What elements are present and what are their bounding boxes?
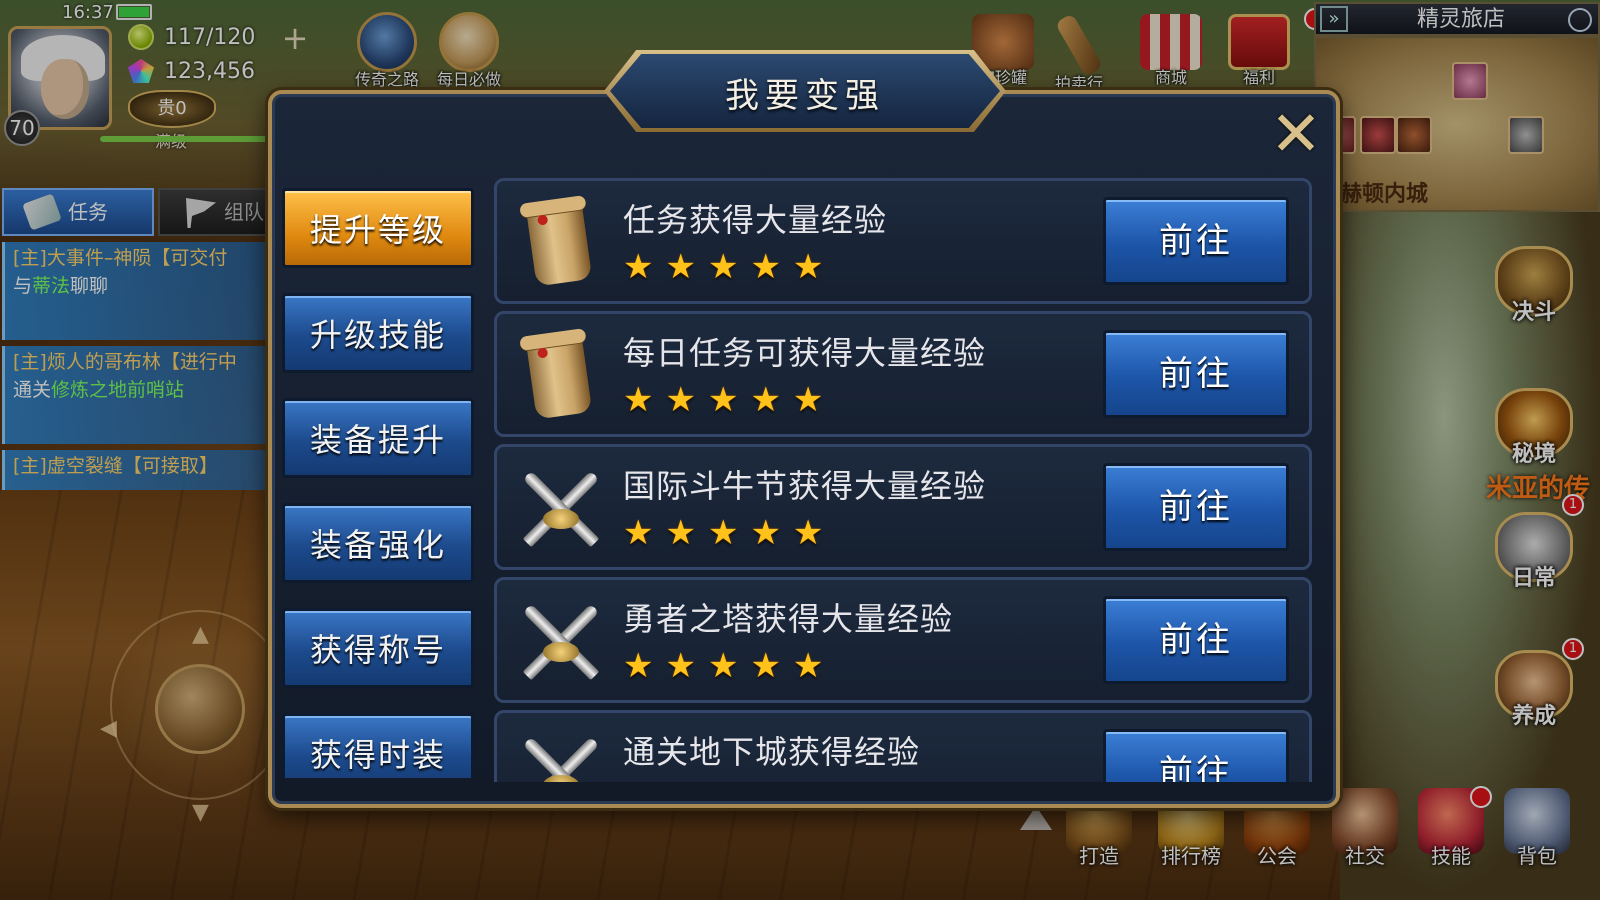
task-name: 任务获得大量经验 [623,201,888,239]
star-rating: ★★★★★ [623,247,836,287]
task-name: 每日任务可获得大量经验 [623,334,987,372]
category-tab[interactable]: 装备强化 [282,503,474,583]
task-row: 任务获得大量经验 ★★★★★ 前往 [494,178,1312,304]
category-tab[interactable]: 装备提升 [282,398,474,478]
quest-scroll-icon [517,330,603,422]
task-name: 国际斗牛节获得大量经验 [623,467,987,505]
category-tab[interactable]: 提升等级 [282,188,474,268]
task-row: 通关地下城获得经验 ★★★★★ 前往 [494,710,1312,782]
task-name: 勇者之塔获得大量经验 [623,600,954,638]
crossed-swords-icon [517,463,603,555]
category-tab[interactable]: 获得称号 [282,608,474,688]
task-list: 任务获得大量经验 ★★★★★ 前往 每日任务可获得大量经验 ★★★★★ 前往 国际斗牛节获得… [492,178,1314,782]
task-row: 勇者之塔获得大量经验 ★★★★★ 前往 [494,577,1312,703]
crossed-swords-icon [517,596,603,688]
star-rating: ★★★★★ [623,513,836,553]
go-button[interactable]: 前往 [1103,463,1289,551]
go-button[interactable]: 前往 [1103,596,1289,684]
close-button[interactable]: ✕ [1268,103,1324,165]
star-rating: ★★★★★ [623,779,835,782]
category-tab[interactable]: 升级技能 [282,293,474,373]
category-tab[interactable]: 获得时装 [282,713,474,778]
quest-scroll-icon [517,197,603,289]
go-button[interactable]: 前往 [1103,197,1289,285]
dialog-title: 我要变强 [725,76,885,116]
go-button[interactable]: 前往 [1103,729,1289,782]
task-name: 通关地下城获得经验 [623,733,921,771]
task-row: 每日任务可获得大量经验 ★★★★★ 前往 [494,311,1312,437]
go-button[interactable]: 前往 [1103,330,1289,418]
star-rating: ★★★★★ [623,646,836,686]
task-row: 国际斗牛节获得大量经验 ★★★★★ 前往 [494,444,1312,570]
category-list: 提升等级升级技能装备提升装备强化获得称号获得时装 [280,188,478,778]
crossed-swords-icon [517,729,603,782]
star-rating: ★★★★★ [623,380,836,420]
